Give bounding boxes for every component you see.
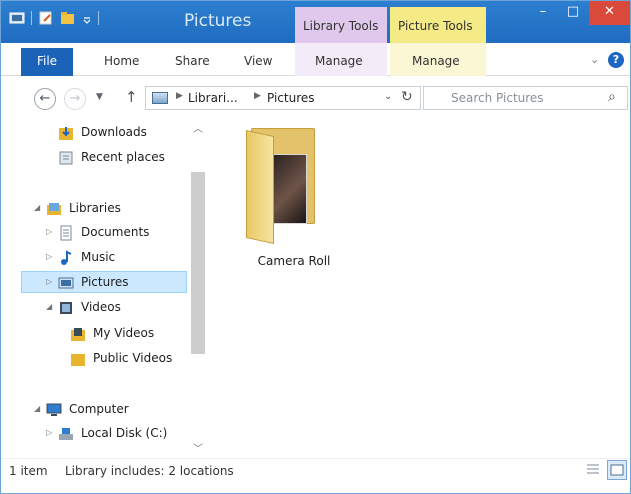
close-button[interactable]: ✕ bbox=[589, 1, 630, 25]
breadcrumb-pictures[interactable]: Pictures bbox=[267, 91, 315, 105]
explorer-window: Pictures Library Tools Picture Tools – □… bbox=[0, 0, 631, 494]
address-dropdown-icon[interactable]: ⌄ bbox=[384, 91, 392, 102]
nav-label: Libraries bbox=[69, 201, 121, 215]
documents-icon bbox=[58, 225, 74, 241]
scroll-down-icon[interactable]: ﹀ bbox=[193, 440, 203, 455]
ribbon-tabs: File Home Share View Manage Manage ⌄ ? bbox=[1, 43, 630, 76]
title-bar: Pictures Library Tools Picture Tools – □… bbox=[1, 1, 630, 43]
nav-item-downloads[interactable]: Downloads bbox=[1, 122, 187, 144]
scroll-thumb[interactable] bbox=[191, 172, 205, 354]
nav-item-documents[interactable]: ▷ Documents bbox=[1, 222, 187, 244]
nav-label: Pictures bbox=[81, 275, 129, 289]
recent-places-icon bbox=[58, 150, 74, 166]
library-info: Library includes: 2 locations bbox=[65, 464, 234, 478]
minimize-button[interactable]: – bbox=[528, 1, 558, 25]
tab-share[interactable]: Share bbox=[175, 54, 210, 68]
search-box[interactable]: Search Pictures ⌕ bbox=[423, 86, 628, 110]
nav-item-videos[interactable]: ◢ Videos bbox=[1, 297, 187, 319]
library-tools-context: Library Tools bbox=[295, 7, 387, 43]
nav-label: Downloads bbox=[81, 125, 147, 139]
folder-front-panel bbox=[246, 130, 274, 244]
nav-label: Public Videos bbox=[93, 351, 173, 365]
picture-tools-context: Picture Tools bbox=[390, 7, 486, 43]
tab-file[interactable]: File bbox=[21, 48, 73, 76]
folder-icon bbox=[70, 351, 86, 367]
nav-label: Recent places bbox=[81, 150, 165, 164]
nav-item-local-disk[interactable]: ▷ Local Disk (C:) bbox=[1, 423, 187, 445]
customize-qat-icon[interactable] bbox=[82, 11, 92, 25]
search-input[interactable]: Search Pictures bbox=[451, 91, 544, 105]
forward-button[interactable]: → bbox=[64, 88, 86, 110]
disk-icon bbox=[58, 426, 74, 442]
libraries-icon bbox=[46, 201, 62, 217]
nav-item-music[interactable]: ▷ Music bbox=[1, 247, 187, 269]
properties-icon[interactable] bbox=[38, 11, 54, 25]
collapse-arrow-icon[interactable]: ◢ bbox=[34, 203, 40, 212]
nav-item-public-videos[interactable]: Public Videos bbox=[1, 348, 187, 370]
pictures-icon bbox=[58, 275, 74, 291]
back-button[interactable]: ← bbox=[34, 88, 56, 110]
expand-ribbon-icon[interactable]: ⌄ bbox=[590, 53, 599, 66]
nav-item-computer[interactable]: ◢ Computer bbox=[1, 399, 187, 421]
collapse-arrow-icon[interactable]: ◢ bbox=[46, 302, 52, 311]
qat-separator bbox=[31, 11, 32, 25]
nav-label: My Videos bbox=[93, 326, 155, 340]
large-icons-view-icon[interactable] bbox=[607, 460, 627, 480]
nav-item-libraries[interactable]: ◢ Libraries bbox=[1, 198, 187, 220]
tab-manage-library[interactable]: Manage bbox=[315, 54, 363, 68]
address-row: ← → ▼ ↑ ▶ Librari... ▶ Pictures ⌄ ↻ Sear… bbox=[1, 76, 630, 118]
expand-arrow-icon[interactable]: ▷ bbox=[46, 428, 52, 437]
window-icon[interactable] bbox=[9, 11, 25, 25]
tab-view[interactable]: View bbox=[244, 54, 272, 68]
library-pictures-icon bbox=[152, 92, 168, 104]
status-bar: 1 item Library includes: 2 locations bbox=[1, 458, 630, 493]
item-count: 1 item bbox=[9, 464, 48, 478]
folder-label: Camera Roll bbox=[257, 254, 331, 268]
nav-item-my-videos[interactable]: My Videos bbox=[1, 323, 187, 345]
window-title: Pictures bbox=[184, 11, 252, 31]
help-icon[interactable]: ? bbox=[608, 52, 624, 68]
folder-item-camera-roll[interactable]: Camera Roll bbox=[243, 128, 343, 268]
details-view-icon[interactable] bbox=[585, 462, 601, 478]
tab-home[interactable]: Home bbox=[104, 54, 139, 68]
breadcrumb-libraries[interactable]: Librari... bbox=[188, 91, 238, 105]
nav-label: Local Disk (C:) bbox=[81, 426, 168, 440]
breadcrumb-separator-icon[interactable]: ▶ bbox=[176, 91, 183, 101]
collapse-arrow-icon[interactable]: ◢ bbox=[34, 404, 40, 413]
videos-icon bbox=[58, 300, 74, 316]
nav-item-recent-places[interactable]: Recent places bbox=[1, 147, 187, 169]
music-icon bbox=[58, 250, 74, 266]
recent-locations-icon[interactable]: ▼ bbox=[96, 92, 103, 102]
breadcrumb-separator-icon[interactable]: ▶ bbox=[254, 91, 261, 101]
nav-label: Music bbox=[81, 250, 116, 264]
nav-label: Videos bbox=[81, 300, 121, 314]
quick-access-toolbar bbox=[9, 11, 99, 25]
address-bar[interactable]: ▶ Librari... ▶ Pictures ⌄ ↻ bbox=[145, 86, 421, 110]
search-icon[interactable]: ⌕ bbox=[608, 89, 616, 105]
tab-manage-picture[interactable]: Manage bbox=[412, 54, 460, 68]
nav-label: Documents bbox=[81, 225, 150, 239]
refresh-icon[interactable]: ↻ bbox=[401, 89, 413, 105]
navpane-scrollbar[interactable]: ︿ ﹀ bbox=[188, 118, 208, 458]
folder-thumbnail bbox=[271, 154, 307, 224]
expand-arrow-icon[interactable]: ▷ bbox=[46, 227, 52, 236]
nav-label: Computer bbox=[69, 402, 129, 416]
up-button[interactable]: ↑ bbox=[125, 88, 138, 106]
expand-arrow-icon[interactable]: ▷ bbox=[46, 277, 52, 286]
scroll-up-icon[interactable]: ︿ bbox=[193, 120, 203, 135]
navigation-pane: Downloads Recent places ◢ Libraries ▷ Do… bbox=[1, 118, 213, 458]
file-list: Camera Roll bbox=[213, 118, 630, 458]
computer-icon bbox=[46, 402, 62, 418]
folder-icon bbox=[70, 326, 86, 342]
new-folder-icon[interactable] bbox=[60, 11, 76, 25]
expand-arrow-icon[interactable]: ▷ bbox=[46, 252, 52, 261]
maximize-button[interactable]: □ bbox=[558, 1, 588, 25]
nav-item-pictures[interactable]: ▷ Pictures bbox=[21, 271, 187, 293]
downloads-icon bbox=[58, 125, 74, 141]
qat-separator bbox=[98, 11, 99, 25]
